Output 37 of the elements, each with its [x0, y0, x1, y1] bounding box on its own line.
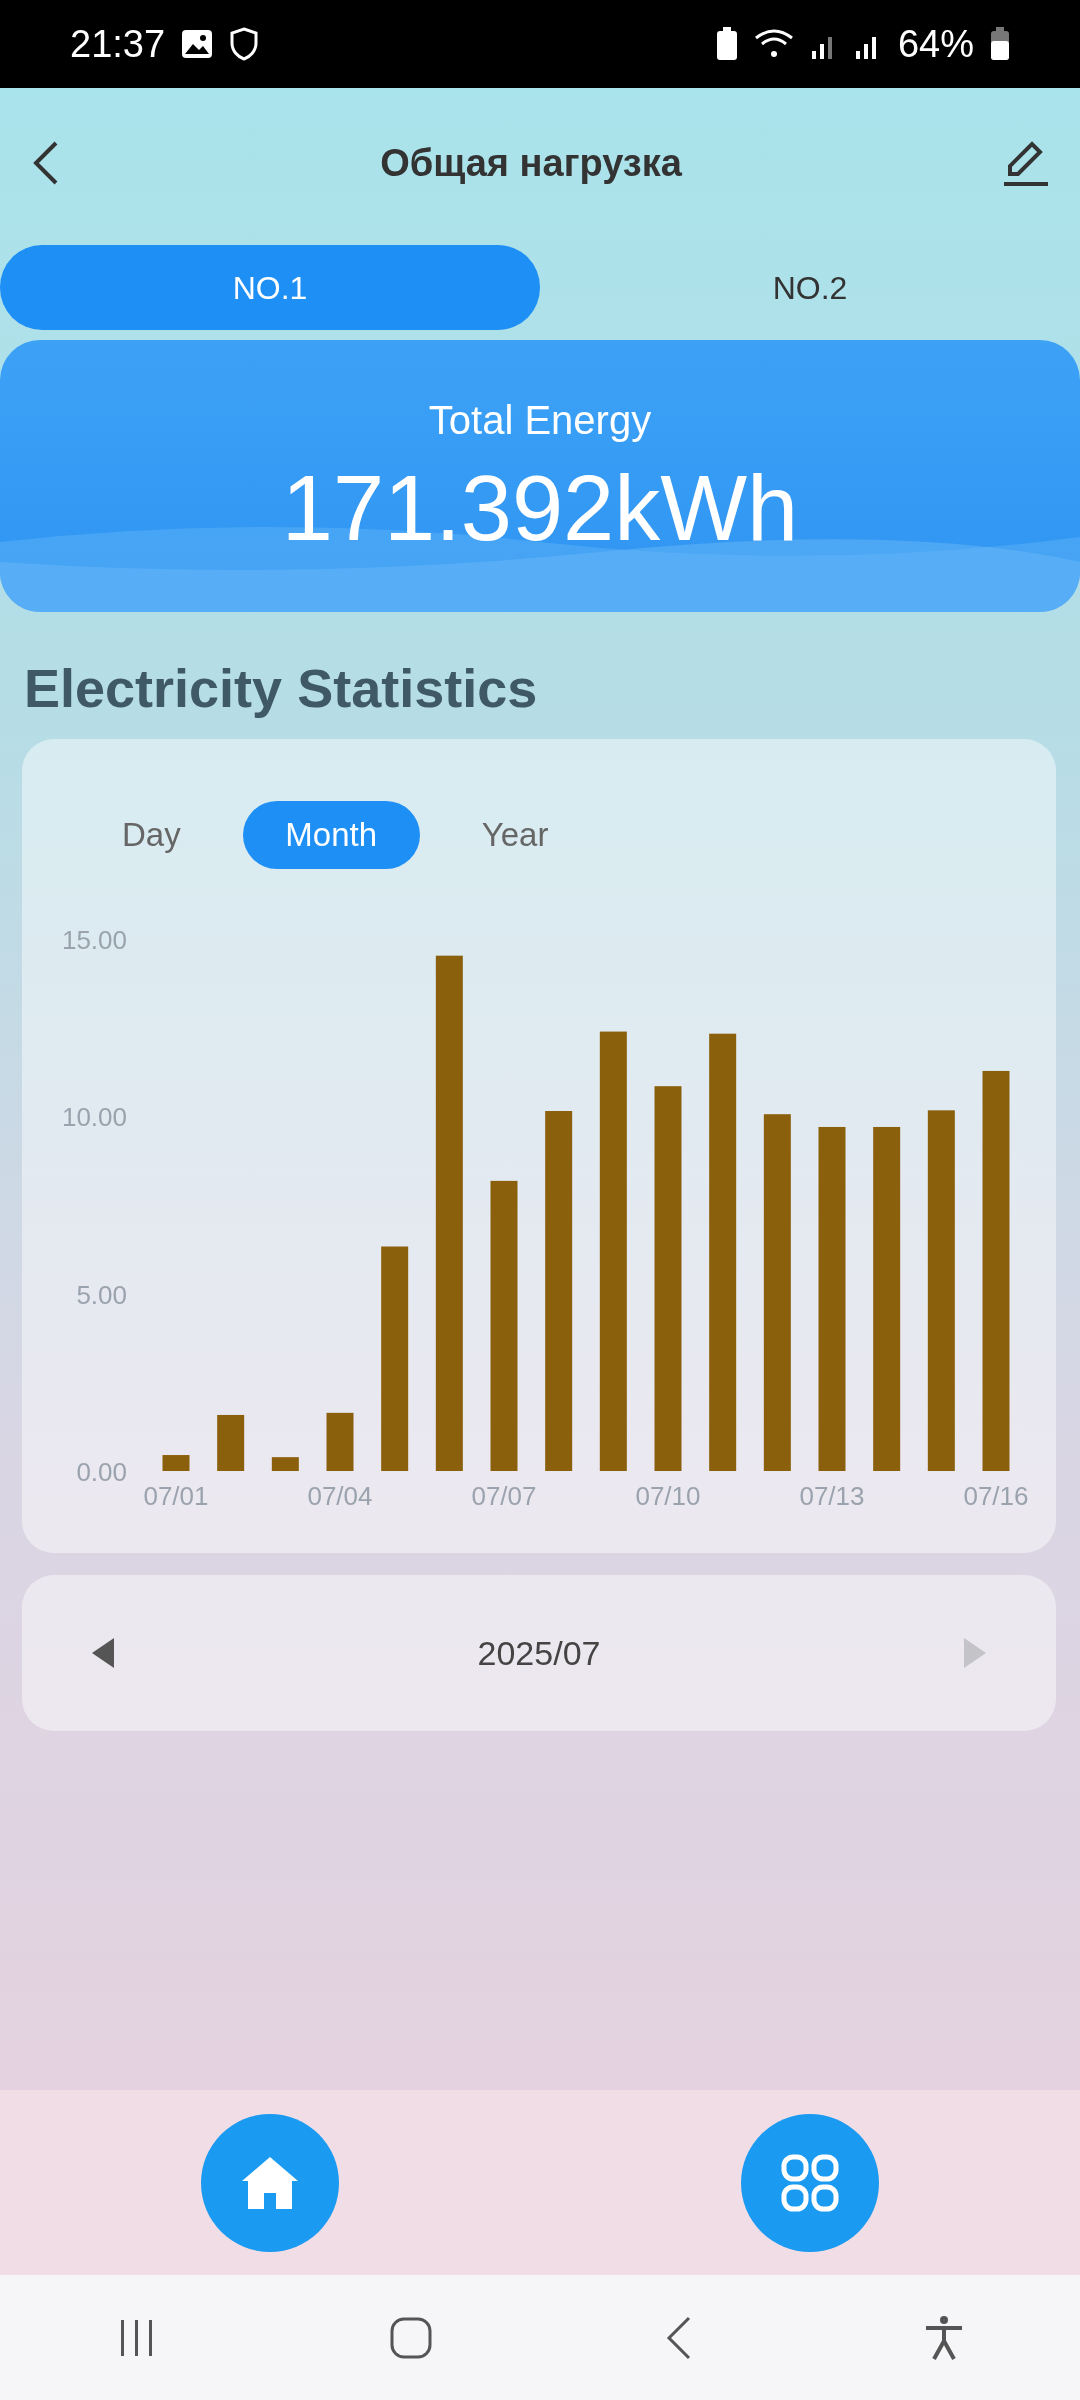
bar	[217, 1414, 245, 1471]
period-tab[interactable]: Month	[242, 801, 420, 869]
energy-value: 171.392kWh	[280, 462, 800, 554]
battery-percent: 64%	[897, 21, 974, 67]
energy-label: Total Energy	[427, 397, 653, 444]
wifi-icon	[753, 28, 794, 60]
x-tick-label: 07/16	[963, 1481, 1029, 1511]
y-tick-label: 15.00	[61, 925, 127, 955]
shield-icon	[229, 27, 260, 61]
device-tab[interactable]: NO.1	[0, 245, 540, 330]
home-icon	[240, 2154, 300, 2211]
y-tick-label: 5.00	[76, 1279, 127, 1310]
bar	[162, 1455, 190, 1471]
x-tick-label: 07/10	[635, 1481, 701, 1511]
bar	[326, 1412, 354, 1471]
date-label: 2025/07	[477, 1632, 601, 1674]
period-tab[interactable]: Day	[82, 801, 221, 869]
grid-icon	[780, 2152, 840, 2213]
x-tick-label: 07/01	[143, 1481, 209, 1511]
back-icon[interactable]	[664, 2315, 691, 2360]
section-title: Electricity Statistics	[23, 657, 539, 720]
x-tick-label: 07/13	[799, 1481, 865, 1511]
image-icon	[181, 29, 214, 59]
battery-saver-icon	[715, 27, 738, 61]
y-tick-label: 10.00	[61, 1102, 127, 1133]
y-tick-label: 0.00	[76, 1457, 127, 1487]
accessibility-icon[interactable]	[923, 2314, 964, 2361]
previous-icon[interactable]	[92, 1638, 114, 1668]
x-tick-label: 07/04	[307, 1481, 373, 1511]
battery-icon	[990, 27, 1010, 61]
device-tab[interactable]: NO.2	[540, 245, 1080, 330]
bar	[271, 1457, 299, 1471]
x-tick-label: 07/07	[471, 1481, 537, 1511]
page-title: Общая нагрузка	[380, 140, 682, 186]
home-icon[interactable]	[389, 2316, 432, 2359]
period-tab[interactable]: Year	[441, 801, 589, 869]
status-time: 21:37	[70, 21, 166, 67]
